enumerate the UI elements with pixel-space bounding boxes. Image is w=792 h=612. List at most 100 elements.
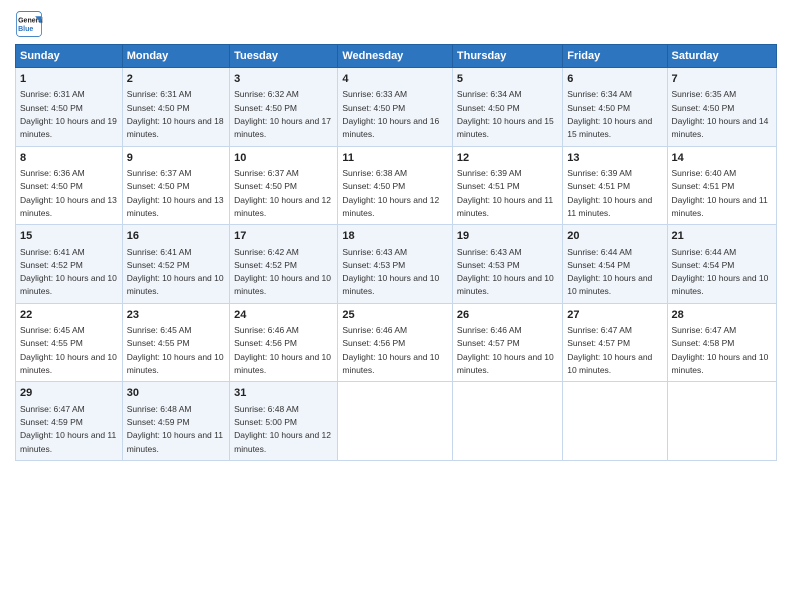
col-header-tuesday: Tuesday (230, 45, 338, 68)
day-number: 16 (127, 229, 225, 244)
day-cell: 19 Sunrise: 6:43 AMSunset: 4:53 PMDayligh… (452, 225, 562, 304)
week-row-1: 1 Sunrise: 6:31 AMSunset: 4:50 PMDaylight… (16, 68, 777, 147)
col-header-thursday: Thursday (452, 45, 562, 68)
header-row: SundayMondayTuesdayWednesdayThursdayFrid… (16, 45, 777, 68)
day-number: 1 (20, 72, 118, 87)
day-cell (452, 382, 562, 461)
day-info: Sunrise: 6:31 AMSunset: 4:50 PMDaylight:… (20, 89, 117, 139)
day-info: Sunrise: 6:40 AMSunset: 4:51 PMDaylight:… (672, 168, 768, 218)
day-cell: 8Sunrise: 6:36 AMSunset: 4:50 PMDaylight… (16, 146, 123, 225)
day-number: 31 (234, 386, 333, 401)
day-number: 8 (20, 151, 118, 166)
col-header-wednesday: Wednesday (338, 45, 453, 68)
col-header-monday: Monday (122, 45, 229, 68)
day-cell: 14 Sunrise: 6:40 AMSunset: 4:51 PMDayligh… (667, 146, 776, 225)
day-cell: 9 Sunrise: 6:37 AMSunset: 4:50 PMDaylight… (122, 146, 229, 225)
day-info: Sunrise: 6:45 AMSunset: 4:55 PMDaylight:… (127, 325, 224, 375)
header: General Blue (15, 10, 777, 38)
day-cell: 1 Sunrise: 6:31 AMSunset: 4:50 PMDaylight… (16, 68, 123, 147)
day-info: Sunrise: 6:45 AMSunset: 4:55 PMDaylight:… (20, 325, 117, 375)
col-header-sunday: Sunday (16, 45, 123, 68)
day-info: Sunrise: 6:31 AMSunset: 4:50 PMDaylight:… (127, 89, 224, 139)
day-number: 30 (127, 386, 225, 401)
week-row-3: 15 Sunrise: 6:41 AMSunset: 4:52 PMDayligh… (16, 225, 777, 304)
day-info: Sunrise: 6:47 AMSunset: 4:59 PMDaylight:… (20, 404, 116, 454)
day-cell: 30 Sunrise: 6:48 AMSunset: 4:59 PMDayligh… (122, 382, 229, 461)
day-number: 3 (234, 72, 333, 87)
day-info: Sunrise: 6:34 AMSunset: 4:50 PMDaylight:… (457, 89, 554, 139)
day-info: Sunrise: 6:39 AMSunset: 4:51 PMDaylight:… (457, 168, 553, 218)
day-info: Sunrise: 6:41 AMSunset: 4:52 PMDaylight:… (20, 247, 117, 297)
day-info: Sunrise: 6:44 AMSunset: 4:54 PMDaylight:… (672, 247, 769, 297)
day-cell: 27 Sunrise: 6:47 AMSunset: 4:57 PMDayligh… (563, 303, 667, 382)
day-number: 18 (342, 229, 448, 244)
day-cell: 23 Sunrise: 6:45 AMSunset: 4:55 PMDayligh… (122, 303, 229, 382)
day-cell: 13Sunrise: 6:39 AMSunset: 4:51 PMDayligh… (563, 146, 667, 225)
day-info: Sunrise: 6:46 AMSunset: 4:56 PMDaylight:… (342, 325, 439, 375)
day-number: 24 (234, 308, 333, 323)
day-info: Sunrise: 6:34 AMSunset: 4:50 PMDaylight:… (567, 89, 652, 139)
day-number: 12 (457, 151, 558, 166)
day-number: 14 (672, 151, 772, 166)
week-row-5: 29 Sunrise: 6:47 AMSunset: 4:59 PMDayligh… (16, 382, 777, 461)
day-cell: 29 Sunrise: 6:47 AMSunset: 4:59 PMDayligh… (16, 382, 123, 461)
day-info: Sunrise: 6:48 AMSunset: 5:00 PMDaylight:… (234, 404, 331, 454)
day-cell: 4 Sunrise: 6:33 AMSunset: 4:50 PMDaylight… (338, 68, 453, 147)
day-info: Sunrise: 6:37 AMSunset: 4:50 PMDaylight:… (234, 168, 331, 218)
day-cell: 18 Sunrise: 6:43 AMSunset: 4:53 PMDayligh… (338, 225, 453, 304)
day-number: 4 (342, 72, 448, 87)
day-cell: 12 Sunrise: 6:39 AMSunset: 4:51 PMDayligh… (452, 146, 562, 225)
day-number: 17 (234, 229, 333, 244)
day-info: Sunrise: 6:43 AMSunset: 4:53 PMDaylight:… (457, 247, 554, 297)
day-number: 25 (342, 308, 448, 323)
day-number: 9 (127, 151, 225, 166)
day-info: Sunrise: 6:35 AMSunset: 4:50 PMDaylight:… (672, 89, 769, 139)
day-number: 15 (20, 229, 118, 244)
day-info: Sunrise: 6:48 AMSunset: 4:59 PMDaylight:… (127, 404, 223, 454)
day-cell: 20Sunrise: 6:44 AMSunset: 4:54 PMDayligh… (563, 225, 667, 304)
day-info: Sunrise: 6:32 AMSunset: 4:50 PMDaylight:… (234, 89, 331, 139)
col-header-saturday: Saturday (667, 45, 776, 68)
day-number: 20 (567, 229, 662, 244)
day-cell: 24Sunrise: 6:46 AMSunset: 4:56 PMDayligh… (230, 303, 338, 382)
day-number: 27 (567, 308, 662, 323)
col-header-friday: Friday (563, 45, 667, 68)
day-number: 2 (127, 72, 225, 87)
day-info: Sunrise: 6:43 AMSunset: 4:53 PMDaylight:… (342, 247, 439, 297)
svg-text:Blue: Blue (18, 26, 33, 33)
day-cell: 3 Sunrise: 6:32 AMSunset: 4:50 PMDaylight… (230, 68, 338, 147)
day-number: 29 (20, 386, 118, 401)
day-cell (338, 382, 453, 461)
day-number: 6 (567, 72, 662, 87)
day-cell: 5 Sunrise: 6:34 AMSunset: 4:50 PMDaylight… (452, 68, 562, 147)
day-info: Sunrise: 6:38 AMSunset: 4:50 PMDaylight:… (342, 168, 439, 218)
day-number: 22 (20, 308, 118, 323)
day-number: 5 (457, 72, 558, 87)
day-number: 26 (457, 308, 558, 323)
day-number: 7 (672, 72, 772, 87)
logo: General Blue (15, 10, 43, 38)
day-cell: 25 Sunrise: 6:46 AMSunset: 4:56 PMDayligh… (338, 303, 453, 382)
day-info: Sunrise: 6:47 AMSunset: 4:57 PMDaylight:… (567, 325, 652, 375)
day-cell: 31 Sunrise: 6:48 AMSunset: 5:00 PMDayligh… (230, 382, 338, 461)
day-number: 21 (672, 229, 772, 244)
day-number: 19 (457, 229, 558, 244)
day-info: Sunrise: 6:47 AMSunset: 4:58 PMDaylight:… (672, 325, 769, 375)
logo-icon: General Blue (15, 10, 43, 38)
day-number: 11 (342, 151, 448, 166)
day-cell: 7 Sunrise: 6:35 AMSunset: 4:50 PMDaylight… (667, 68, 776, 147)
day-cell: 6 Sunrise: 6:34 AMSunset: 4:50 PMDaylight… (563, 68, 667, 147)
day-info: Sunrise: 6:41 AMSunset: 4:52 PMDaylight:… (127, 247, 224, 297)
day-cell: 2 Sunrise: 6:31 AMSunset: 4:50 PMDaylight… (122, 68, 229, 147)
day-number: 10 (234, 151, 333, 166)
day-info: Sunrise: 6:37 AMSunset: 4:50 PMDaylight:… (127, 168, 224, 218)
day-number: 13 (567, 151, 662, 166)
day-cell: 17 Sunrise: 6:42 AMSunset: 4:52 PMDayligh… (230, 225, 338, 304)
day-info: Sunrise: 6:33 AMSunset: 4:50 PMDaylight:… (342, 89, 439, 139)
day-cell: 10 Sunrise: 6:37 AMSunset: 4:50 PMDayligh… (230, 146, 338, 225)
day-info: Sunrise: 6:42 AMSunset: 4:52 PMDaylight:… (234, 247, 331, 297)
day-info: Sunrise: 6:46 AMSunset: 4:57 PMDaylight:… (457, 325, 554, 375)
day-cell: 26 Sunrise: 6:46 AMSunset: 4:57 PMDayligh… (452, 303, 562, 382)
day-number: 23 (127, 308, 225, 323)
day-cell: 28Sunrise: 6:47 AMSunset: 4:58 PMDayligh… (667, 303, 776, 382)
